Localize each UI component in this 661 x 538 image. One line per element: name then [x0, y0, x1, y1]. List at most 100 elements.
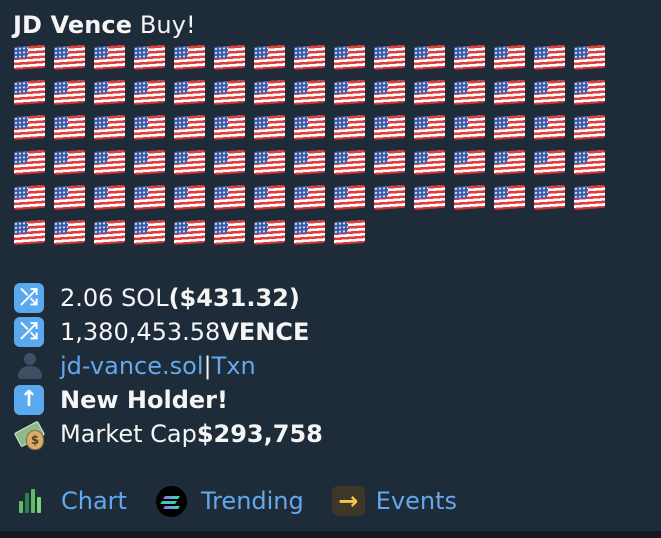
us-flag-icon — [574, 149, 605, 176]
us-flag-icon — [334, 44, 365, 71]
us-flag-icon — [574, 44, 605, 71]
us-flag-icon — [334, 79, 365, 106]
us-flag-icon — [174, 44, 205, 71]
us-flag-icon — [374, 79, 405, 106]
flag-row — [14, 219, 614, 255]
us-flag-icon — [534, 79, 565, 106]
us-flag-icon — [294, 44, 325, 71]
us-flag-icon — [214, 149, 245, 176]
us-flag-icon — [494, 184, 525, 211]
us-flag-icon — [574, 184, 605, 211]
us-flag-icon — [174, 184, 205, 211]
us-flag-icon — [94, 44, 125, 71]
flag-row — [14, 114, 614, 150]
us-flag-icon — [294, 114, 325, 141]
us-flag-icon — [94, 149, 125, 176]
us-flag-icon — [254, 114, 285, 141]
us-flag-icon — [454, 149, 485, 176]
us-flag-icon — [134, 114, 165, 141]
us-flag-icon — [54, 184, 85, 211]
us-flag-icon — [294, 184, 325, 211]
us-flag-icon — [334, 114, 365, 141]
sol-amount: 2.06 SOL — [60, 284, 169, 312]
us-flag-icon — [494, 79, 525, 106]
us-flag-icon — [494, 114, 525, 141]
chart-icon — [14, 485, 46, 517]
us-flag-icon — [494, 44, 525, 71]
us-flag-icon — [374, 114, 405, 141]
us-flag-icon — [414, 44, 445, 71]
sol-amount-row: ⤮ 2.06 SOL ($431.32) — [14, 281, 323, 315]
market-cap-label: Market Cap — [60, 420, 197, 448]
us-flag-icon — [454, 79, 485, 106]
us-flag-icon — [534, 184, 565, 211]
action-links: Chart Trending → Events — [14, 482, 457, 520]
us-flag-icon — [214, 184, 245, 211]
token-name: JD Vence — [13, 11, 133, 39]
us-flag-icon — [214, 114, 245, 141]
us-flag-icon — [574, 114, 605, 141]
us-flag-icon — [54, 44, 85, 71]
flag-row — [14, 149, 614, 185]
us-flag-icon — [414, 149, 445, 176]
us-flag-icon — [214, 79, 245, 106]
right-arrow-icon: → — [331, 486, 365, 516]
us-flag-icon — [334, 219, 365, 246]
flag-row — [14, 79, 614, 115]
message-title: JD Vence Buy! — [13, 8, 196, 42]
chart-link[interactable]: Chart — [14, 482, 127, 520]
us-flag-icon — [294, 79, 325, 106]
us-flag-icon — [454, 184, 485, 211]
us-flag-icon — [174, 79, 205, 106]
shuffle-icon: ⤮ — [14, 317, 44, 347]
trending-link[interactable]: Trending — [127, 482, 304, 520]
bottom-divider — [0, 531, 661, 538]
person-icon — [14, 351, 44, 381]
us-flag-icon — [534, 44, 565, 71]
transaction-link[interactable]: Txn — [212, 349, 256, 383]
us-flag-icon — [414, 114, 445, 141]
us-flag-icon — [94, 219, 125, 246]
us-flag-icon — [54, 149, 85, 176]
us-flag-icon — [134, 149, 165, 176]
us-flag-icon — [254, 79, 285, 106]
us-flag-icon — [254, 219, 285, 246]
trending-icon — [155, 485, 187, 517]
us-flag-icon — [414, 184, 445, 211]
shuffle-icon: ⤮ — [14, 283, 44, 313]
us-flag-icon — [214, 44, 245, 71]
us-flag-grid — [14, 44, 614, 255]
money-icon: $ — [13, 419, 46, 450]
us-flag-icon — [294, 219, 325, 246]
us-flag-icon — [14, 79, 45, 106]
us-flag-icon — [54, 219, 85, 246]
us-flag-icon — [334, 149, 365, 176]
us-flag-icon — [174, 114, 205, 141]
us-flag-icon — [174, 219, 205, 246]
events-link[interactable]: → Events — [304, 482, 457, 520]
us-flag-icon — [294, 149, 325, 176]
us-flag-icon — [134, 79, 165, 106]
us-flag-icon — [414, 79, 445, 106]
purchase-details: ⤮ 2.06 SOL ($431.32) ⤮ 1,380,453.58 VENC… — [13, 281, 323, 451]
chart-label: Chart — [61, 487, 127, 515]
us-flag-icon — [134, 219, 165, 246]
buy-message: JD Vence Buy! ⤮ 2.06 SOL ($431.32) ⤮ 1,3… — [0, 0, 661, 538]
us-flag-icon — [14, 219, 45, 246]
us-flag-icon — [254, 184, 285, 211]
us-flag-icon — [534, 149, 565, 176]
us-flag-icon — [374, 44, 405, 71]
token-amount-row: ⤮ 1,380,453.58 VENCE — [14, 315, 323, 349]
us-flag-icon — [174, 149, 205, 176]
trending-label: Trending — [200, 487, 304, 515]
us-flag-icon — [134, 44, 165, 71]
us-flag-icon — [94, 114, 125, 141]
us-flag-icon — [14, 44, 45, 71]
wallet-separator: | — [203, 352, 212, 380]
us-flag-icon — [54, 114, 85, 141]
new-holder-label: New Holder! — [60, 386, 228, 414]
wallet-link[interactable]: jd-vance.sol — [60, 349, 203, 383]
us-flag-icon — [574, 79, 605, 106]
token-amount: 1,380,453.58 — [60, 318, 221, 346]
us-flag-icon — [374, 184, 405, 211]
